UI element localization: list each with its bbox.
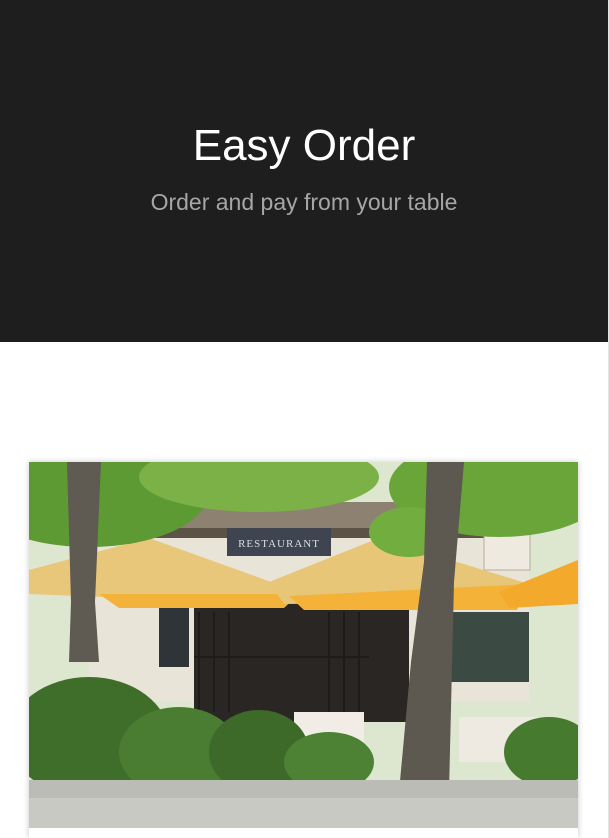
tree-trunk-left bbox=[67, 462, 101, 662]
restaurant-sign-text: RESTAURANT bbox=[238, 538, 320, 550]
window-left bbox=[159, 607, 189, 667]
page-subtitle: Order and pay from your table bbox=[150, 189, 458, 215]
window-right bbox=[449, 612, 529, 682]
umbrella-left-rim bbox=[99, 594, 299, 608]
restaurant-photo: RESTAURANT bbox=[29, 462, 578, 828]
page-title: Easy Order bbox=[192, 121, 416, 170]
restaurant-card[interactable]: RESTAURANT bbox=[29, 462, 578, 838]
entrance-dark bbox=[194, 602, 409, 722]
sidewalk-curb bbox=[29, 780, 578, 798]
sidewalk bbox=[29, 798, 578, 828]
hero-banner: Easy Order Order and pay from your table bbox=[0, 0, 608, 342]
